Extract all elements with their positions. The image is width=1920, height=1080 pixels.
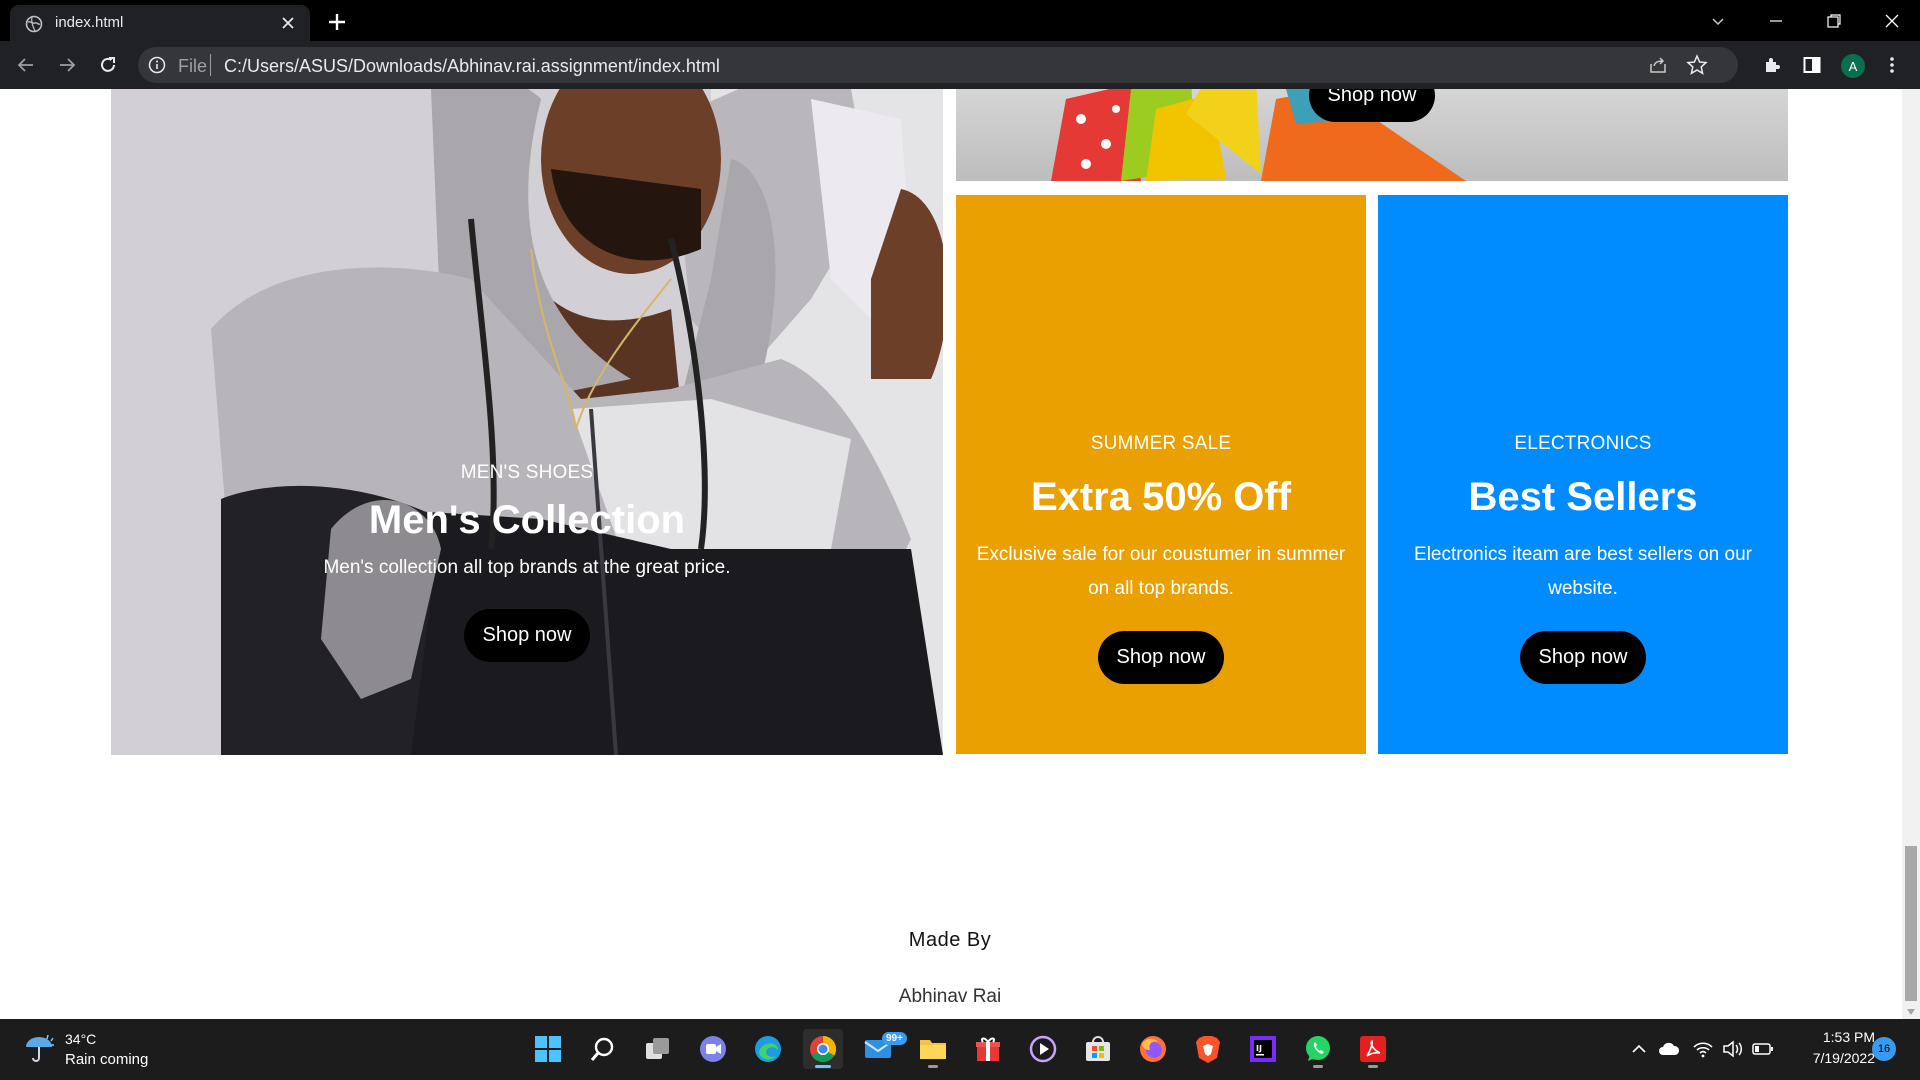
new-tab-icon[interactable]: [325, 10, 349, 34]
mens-subtitle: MEN'S SHOES: [460, 462, 594, 483]
url-scheme: File: [178, 56, 208, 76]
teams-chat-icon[interactable]: [693, 1029, 733, 1069]
electronics-banner: ELECTRONICS Best Sellers Electronics ite…: [1378, 195, 1788, 754]
clock-date[interactable]: 7/19/2022: [1795, 1050, 1875, 1066]
mail-unread-badge: 99+: [882, 1032, 907, 1045]
electronics-shop-now-button[interactable]: Shop now: [1519, 631, 1647, 684]
notification-count-badge[interactable]: 16: [1872, 1037, 1896, 1061]
page-scrollbar[interactable]: [1902, 89, 1920, 1019]
mens-shop-now-button[interactable]: Shop now: [463, 609, 591, 662]
brave-browser-icon[interactable]: [1188, 1029, 1228, 1069]
task-view-icon[interactable]: [638, 1029, 678, 1069]
back-icon[interactable]: [14, 53, 38, 77]
battery-icon[interactable]: [1752, 1039, 1774, 1059]
mail-icon[interactable]: 99+: [858, 1029, 907, 1069]
volume-icon[interactable]: [1722, 1039, 1744, 1059]
close-window-icon[interactable]: [1864, 0, 1920, 41]
explorer-running-indicator: [928, 1065, 938, 1068]
media-player-icon[interactable]: [1023, 1029, 1063, 1069]
taskbar: 34°C Rain coming 99+ IJ 1:53 PM 7/19/202…: [0, 1019, 1920, 1080]
chrome-running-indicator: [815, 1065, 831, 1068]
footer-heading: Made By: [908, 929, 992, 951]
shopping-bags-banner: Shop now: [956, 89, 1788, 181]
url-separator: [210, 54, 211, 76]
mens-collection-banner: MEN'S SHOES Men's Collection Men's colle…: [111, 89, 943, 755]
footer-author: Abhinav Rai: [898, 986, 1002, 1007]
electronics-headline: Best Sellers: [1468, 475, 1698, 519]
sale-description: Exclusive sale for our coustumer in summ…: [976, 544, 1346, 599]
sale-shop-now-button[interactable]: Shop now: [1097, 631, 1225, 684]
share-icon[interactable]: [1648, 55, 1668, 75]
profile-avatar[interactable]: A: [1841, 54, 1865, 78]
page-viewport: Shop now MEN'S SHOES Men's Collection Me…: [0, 89, 1920, 1019]
minimize-icon[interactable]: [1748, 0, 1804, 41]
electronics-description: Electronics iteam are best sellers on ou…: [1414, 544, 1752, 599]
chrome-browser-icon[interactable]: [803, 1029, 843, 1069]
url-text[interactable]: C:/Users/ASUS/Downloads/Abhinav.rai.assi…: [224, 56, 720, 77]
svg-text:IJ: IJ: [1256, 1044, 1262, 1053]
menu-kebab-icon[interactable]: [1880, 53, 1904, 77]
scroll-down-arrow-icon[interactable]: [1907, 1009, 1915, 1015]
microsoft-store-icon[interactable]: [1078, 1029, 1118, 1069]
tab-search-icon[interactable]: [1690, 0, 1746, 41]
sale-subtitle: SUMMER SALE: [1090, 433, 1232, 454]
close-tab-icon[interactable]: [278, 13, 298, 33]
electronics-subtitle: ELECTRONICS: [1514, 433, 1652, 454]
search-icon[interactable]: [583, 1029, 623, 1069]
summer-sale-banner: SUMMER SALE Extra 50% Off Exclusive sale…: [956, 195, 1366, 754]
start-button[interactable]: [528, 1029, 568, 1069]
tab-title: index.html: [55, 14, 124, 31]
weather-temperature[interactable]: 34°C: [65, 1031, 96, 1047]
whatsapp-icon[interactable]: [1298, 1029, 1338, 1069]
onedrive-cloud-icon[interactable]: [1658, 1039, 1680, 1059]
reload-icon[interactable]: [96, 53, 120, 77]
edge-browser-icon[interactable]: [748, 1029, 788, 1069]
top-shop-now-button[interactable]: Shop now: [1308, 89, 1436, 122]
intellij-idea-icon[interactable]: IJ: [1243, 1029, 1283, 1069]
browser-toolbar: File C:/Users/ASUS/Downloads/Abhinav.rai…: [0, 41, 1920, 89]
globe-icon: [25, 15, 43, 33]
bookmark-star-icon[interactable]: [1686, 54, 1708, 76]
acrobat-running-indicator: [1368, 1065, 1378, 1068]
clock-time[interactable]: 1:53 PM: [1795, 1029, 1875, 1045]
mens-headline: Men's Collection: [368, 498, 686, 542]
weather-condition[interactable]: Rain coming: [65, 1051, 148, 1068]
tab-index-html[interactable]: index.html: [10, 5, 310, 41]
mens-description: Men's collection all top brands at the g…: [323, 557, 731, 578]
extensions-icon[interactable]: [1760, 53, 1784, 77]
address-bar[interactable]: File C:/Users/ASUS/Downloads/Abhinav.rai…: [138, 47, 1738, 83]
sale-headline: Extra 50% Off: [1030, 475, 1292, 519]
file-explorer-icon[interactable]: [913, 1029, 953, 1069]
side-panel-icon[interactable]: [1800, 53, 1824, 77]
show-hidden-icons-chevron-icon[interactable]: [1628, 1039, 1650, 1059]
forward-icon[interactable]: [55, 53, 79, 77]
restore-icon[interactable]: [1806, 0, 1862, 41]
gift-app-icon[interactable]: [968, 1029, 1008, 1069]
wifi-icon[interactable]: [1692, 1039, 1714, 1059]
acrobat-reader-icon[interactable]: [1353, 1029, 1393, 1069]
firefox-icon[interactable]: [1133, 1029, 1173, 1069]
scrollbar-thumb[interactable]: [1905, 846, 1917, 1001]
info-icon[interactable]: [148, 56, 166, 74]
rain-weather-icon[interactable]: [22, 1033, 56, 1063]
tab-strip: index.html: [0, 0, 1920, 41]
whatsapp-running-indicator: [1313, 1065, 1323, 1068]
